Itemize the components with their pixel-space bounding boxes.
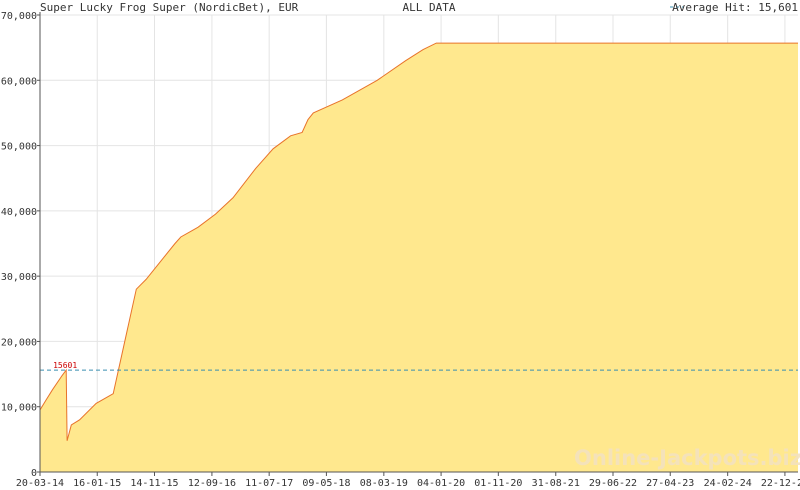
y-tick-label: 30,000: [1, 272, 37, 283]
x-tick-label: 04-01-20: [417, 478, 465, 489]
average-hit-annotation: 15601: [53, 361, 77, 370]
range-label: ALL DATA: [403, 1, 456, 14]
jackpot-history-chart: 15601 010,00020,00030,00040,00050,00060,…: [0, 0, 800, 490]
x-tick-label: 16-01-15: [73, 478, 121, 489]
y-tick-label: 70,000: [1, 11, 37, 22]
y-tick-label: 40,000: [1, 207, 37, 218]
x-tick-label: 24-02-24: [704, 478, 752, 489]
legend-average-hit: Average Hit: 15,601: [672, 1, 798, 14]
x-tick-label: 01-11-20: [474, 478, 522, 489]
x-tick-label: 31-08-21: [532, 478, 580, 489]
x-tick-label: 29-06-22: [589, 478, 637, 489]
x-tick-label: 09-05-18: [302, 478, 350, 489]
y-tick-label: 10,000: [1, 403, 37, 414]
x-tick-label: 08-03-19: [360, 478, 408, 489]
chart-title: Super Lucky Frog Super (NordicBet), EUR: [40, 1, 299, 14]
x-tick-label: 20-03-14: [16, 478, 64, 489]
x-tick-label: 22-12-24: [761, 478, 800, 489]
x-tick-label: 27-04-23: [646, 478, 694, 489]
x-tick-label: 11-07-17: [245, 478, 293, 489]
y-tick-label: 50,000: [1, 142, 37, 153]
watermark: Online-Jackpots.biz: [574, 446, 800, 470]
y-tick-label: 60,000: [1, 76, 37, 87]
x-tick-label: 14-11-15: [130, 478, 178, 489]
y-tick-label: 20,000: [1, 337, 37, 348]
x-tick-label: 12-09-16: [188, 478, 236, 489]
